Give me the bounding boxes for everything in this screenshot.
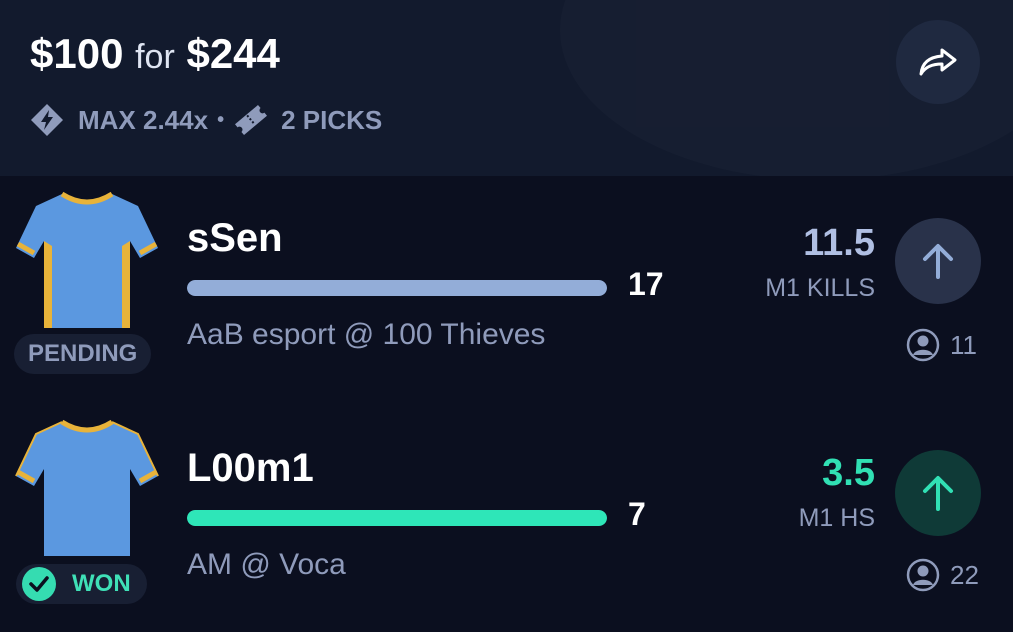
check-icon	[22, 567, 56, 601]
for-label: for	[135, 38, 175, 76]
arrow-up-icon	[921, 242, 955, 280]
progress-fill	[187, 280, 607, 296]
status-label: PENDING	[28, 340, 138, 367]
users-count-label: 22	[950, 559, 979, 590]
pick-row[interactable]: PENDING sSen 17 AaB esport @ 100 Thieves…	[0, 176, 1013, 404]
stake-amount: $100	[30, 30, 124, 77]
current-stat-value: 17	[628, 266, 664, 302]
users-count: 22	[906, 558, 979, 592]
share-arrow-icon	[917, 45, 959, 79]
player-name: sSen	[187, 216, 283, 260]
meta-separator: •	[217, 108, 225, 131]
progress-bar	[187, 280, 607, 296]
user-icon	[906, 558, 950, 592]
share-button[interactable]	[896, 20, 980, 104]
higher-button[interactable]	[895, 450, 981, 536]
stat-type: M1 HS	[798, 504, 875, 532]
slip-header: $100 for $244 MAX 2.44x • 2 PICKS	[0, 0, 1013, 176]
ticket-icon	[233, 103, 269, 137]
diamond-bolt-icon	[30, 103, 64, 137]
slip-title: $100 for $244	[30, 30, 280, 78]
users-count: 11	[906, 328, 977, 362]
payout-amount: $244	[186, 30, 280, 77]
matchup-label: AM @ Voca	[187, 548, 346, 581]
stat-type: M1 KILLS	[765, 274, 875, 302]
max-multiplier: MAX 2.44x	[78, 104, 209, 135]
pick-row[interactable]: WON L00m1 7 AM @ Voca 3.5 M1 HS 22	[0, 404, 1013, 632]
progress-fill	[187, 510, 607, 526]
higher-button[interactable]	[895, 218, 981, 304]
player-name: L00m1	[187, 446, 314, 490]
matchup-label: AaB esport @ 100 Thieves	[187, 318, 546, 351]
user-icon	[906, 328, 950, 362]
current-stat-value: 7	[628, 496, 646, 532]
projection-line: 3.5	[822, 452, 875, 494]
arrow-up-icon	[921, 474, 955, 512]
jersey-icon	[14, 186, 160, 332]
users-count-label: 11	[950, 329, 977, 360]
status-label: WON	[72, 570, 131, 597]
picks-count: 2 PICKS	[281, 104, 383, 135]
progress-bar	[187, 510, 607, 526]
slip-meta: MAX 2.44x • 2 PICKS	[30, 103, 382, 137]
status-badge: WON	[16, 564, 147, 604]
projection-line: 11.5	[803, 222, 875, 264]
status-badge: PENDING	[14, 334, 152, 374]
jersey-icon	[14, 414, 160, 560]
